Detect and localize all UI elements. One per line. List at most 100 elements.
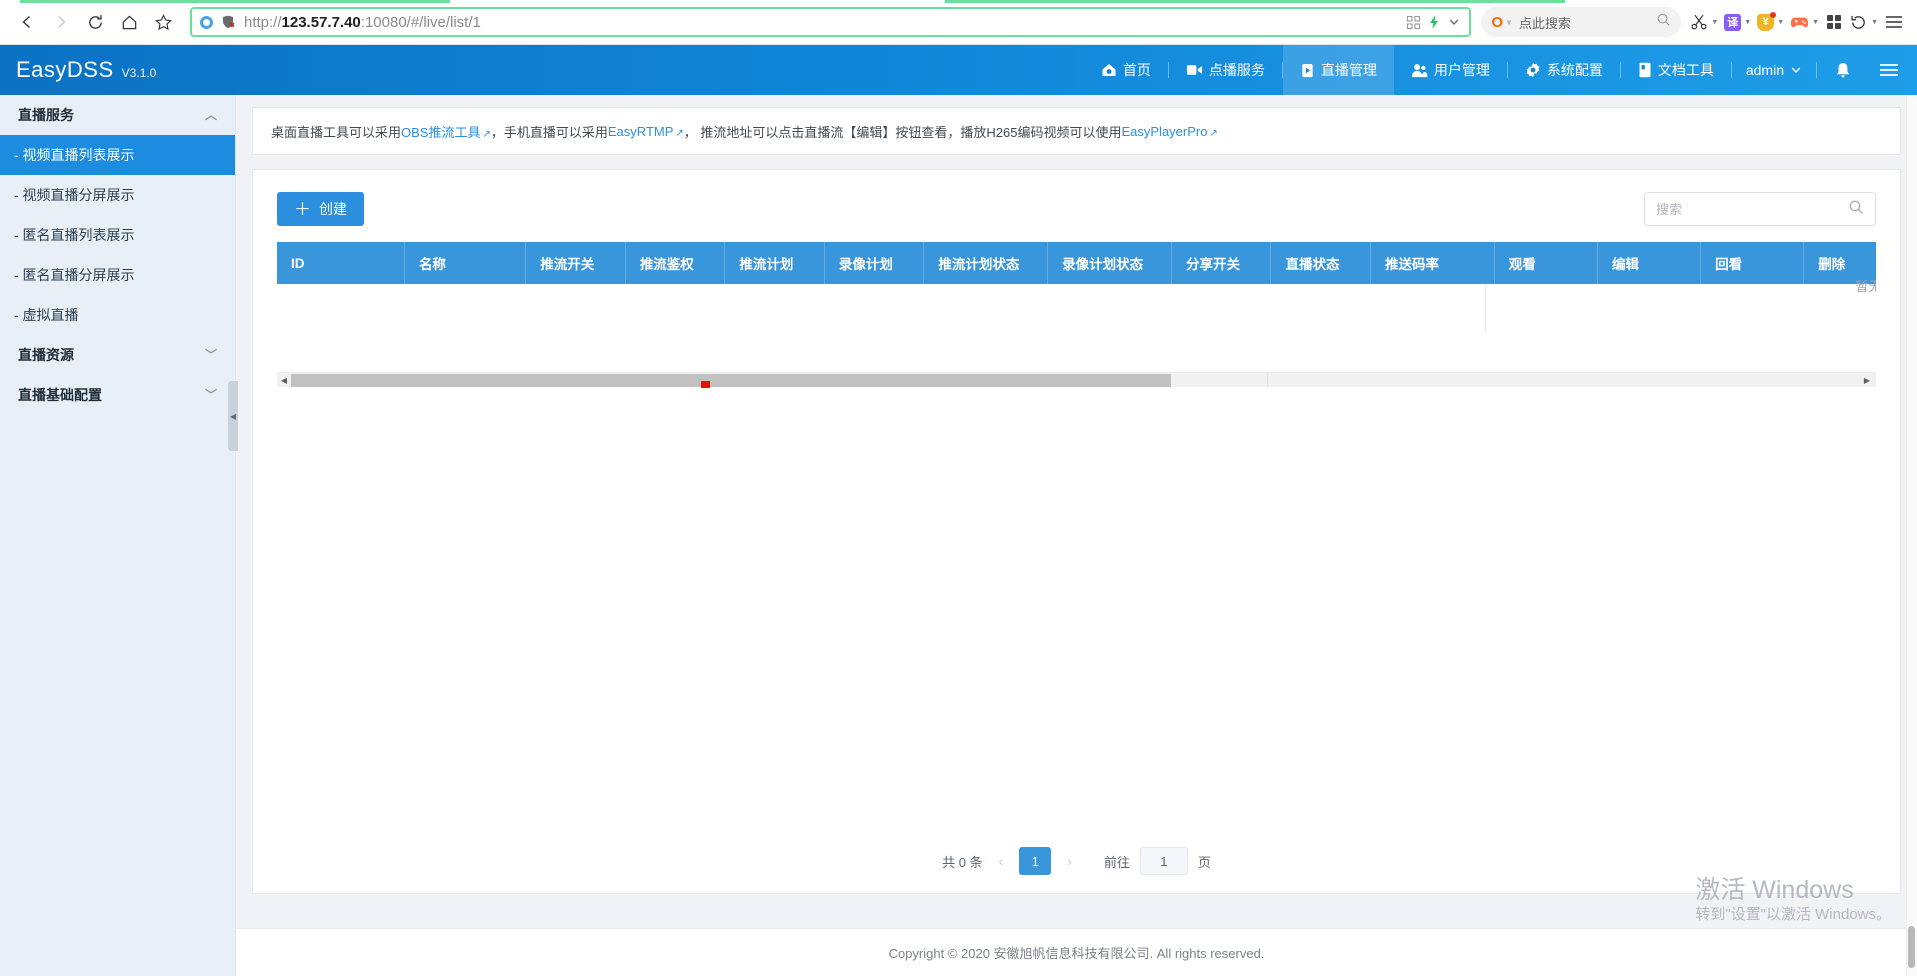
url-path: :10080/#/live/list/1 [360, 13, 481, 31]
column-header-record-plan-status[interactable]: 录像计划状态 [1047, 242, 1172, 284]
sidebar-item-label: - 视频直播分屏展示 [14, 187, 135, 203]
sidebar-group-live-service[interactable]: 直播服务 ︿ [0, 95, 235, 135]
user-name: admin [1745, 62, 1784, 78]
sidebar-item-virtual-live[interactable]: - 虚拟直播 [0, 295, 235, 335]
browser-search-box[interactable]: O ▼ 点此搜索 [1481, 7, 1682, 37]
sidebar-item-label: - 虚拟直播 [14, 307, 79, 323]
column-header-push-auth[interactable]: 推流鉴权 [625, 242, 726, 284]
forward-button[interactable] [44, 5, 78, 39]
scroll-left-arrow-icon[interactable]: ◀ [277, 373, 291, 388]
chevron-down-icon [1791, 67, 1801, 73]
user-menu[interactable]: admin [1732, 62, 1816, 78]
search-input[interactable] [1656, 201, 1848, 217]
pagination-total: 共 0 条 [942, 854, 983, 870]
column-header-id[interactable]: ID [277, 242, 405, 284]
create-button[interactable]: ＋ 创建 [277, 192, 364, 226]
bell-icon [1837, 62, 1849, 78]
home-icon [1102, 64, 1116, 76]
browser-menu-icon[interactable] [1881, 5, 1907, 39]
watermark-subtitle: 转到"设置"以激活 Windows。 [1695, 905, 1891, 923]
sidebar-group-live-base-config[interactable]: 直播基础配置 ﹀ [0, 375, 235, 415]
topnav-label-vod: 点播服务 [1208, 62, 1265, 78]
topnav-label-live: 直播管理 [1320, 62, 1377, 78]
scroll-right-arrow-icon[interactable]: ▶ [1860, 373, 1874, 388]
search-magnifier-icon[interactable] [1656, 12, 1671, 32]
topnav-item-docs[interactable]: 文档工具 [1621, 45, 1731, 95]
sidebar-item-anonymous-live-split[interactable]: - 匿名直播分屏展示 [0, 255, 235, 295]
search-placeholder: 点此搜索 [1518, 15, 1571, 31]
sidebar-collapse-handle[interactable]: ◀ [228, 381, 238, 451]
table-empty-cell [277, 284, 1876, 372]
table-scroll-area: ID 名称 推流开关 推流鉴权 推流计划 录像计划 推流计划状态 录像计划状态 … [253, 242, 1900, 372]
page-vertical-scrollbar[interactable] [1906, 95, 1917, 976]
home-button[interactable] [112, 5, 146, 39]
column-header-live-status[interactable]: 直播状态 [1270, 242, 1371, 284]
brand-logo: EasyDSS V3.1.0 [0, 57, 156, 83]
lightning-icon[interactable] [1427, 14, 1441, 30]
pagination-jump-input[interactable] [1139, 847, 1188, 875]
topnav-label-users: 用户管理 [1433, 62, 1490, 78]
column-header-push-bitrate[interactable]: 推送码率 [1370, 242, 1495, 284]
link-easyplayerpro[interactable]: EasyPlayerPro ↗ [1121, 124, 1217, 139]
app-menu-button[interactable] [1869, 62, 1917, 78]
column-header-push-plan-status[interactable]: 推流计划状态 [923, 242, 1049, 284]
topnav-label-home: 首页 [1122, 62, 1151, 78]
shield-blocked-icon[interactable] [220, 14, 236, 30]
sidebar-item-label: - 匿名直播列表展示 [14, 227, 135, 243]
address-bar[interactable]: http://123.57.7.40:10080/#/live/list/1 [190, 7, 1472, 37]
back-button[interactable] [10, 5, 44, 39]
pagination-next-button[interactable]: › [1061, 853, 1078, 869]
reload-button[interactable] [78, 5, 112, 39]
pagination-page-1[interactable]: 1 [1019, 847, 1052, 875]
topnav-label-system: 系统配置 [1546, 62, 1603, 78]
qr-code-icon[interactable] [1406, 15, 1421, 30]
apps-grid-icon[interactable] [1822, 5, 1846, 39]
table-toolbar: ＋ 创建 [253, 170, 1900, 242]
user-icon [1411, 63, 1428, 77]
sidebar-item-anonymous-live-list[interactable]: - 匿名直播列表展示 [0, 215, 235, 255]
browser-toolbar: http://123.57.7.40:10080/#/live/list/1 O… [0, 0, 1917, 45]
column-header-push-switch[interactable]: 推流开关 [525, 242, 626, 284]
topnav-item-live[interactable]: 直播管理 [1282, 45, 1394, 95]
search-icon[interactable] [1848, 199, 1864, 220]
search-field[interactable] [1644, 192, 1876, 226]
sidebar-item-label: - 视频直播列表展示 [14, 147, 135, 163]
external-link-icon: ↗ [675, 127, 684, 139]
column-header-name[interactable]: 名称 [404, 242, 527, 284]
plus-icon: ＋ [294, 199, 311, 219]
scissors-icon[interactable]: ▼ [1687, 5, 1721, 39]
column-header-push-plan[interactable]: 推流计划 [724, 242, 825, 284]
scrollbar-thumb[interactable] [291, 374, 1171, 387]
link-obs-tool[interactable]: OBS推流工具 ↗ [401, 122, 491, 141]
chevron-up-icon: ︿ [204, 108, 217, 122]
topnav-item-home[interactable]: 首页 [1084, 45, 1168, 95]
brand-name: EasyDSS [16, 57, 114, 82]
topnav-item-vod[interactable]: 点播服务 [1169, 45, 1282, 95]
translate-icon[interactable]: 译 ▼ [1721, 5, 1754, 39]
create-button-label: 创建 [319, 201, 347, 217]
history-icon[interactable]: ▼ [1846, 5, 1881, 39]
app-header: EasyDSS V3.1.0 首页 点播服务 直播管理 用户管理 系统配置 文档… [0, 45, 1917, 95]
page-scrollbar-thumb[interactable] [1908, 926, 1915, 968]
sidebar-item-video-live-split[interactable]: - 视频直播分屏展示 [0, 175, 235, 215]
game-icon[interactable]: ▼ [1787, 5, 1822, 39]
pagination: 共 0 条 ‹ 1 › 前往 页 [253, 847, 1900, 875]
notification-bell-button[interactable] [1817, 62, 1869, 79]
column-header-share-switch[interactable]: 分享开关 [1171, 242, 1272, 284]
column-header-record-plan[interactable]: 录像计划 [824, 242, 925, 284]
topnav-item-users[interactable]: 用户管理 [1394, 45, 1507, 95]
sidebar-group-live-resource[interactable]: 直播资源 ﹀ [0, 335, 235, 375]
sidebar-group-label: 直播服务 [18, 107, 74, 123]
search-engine-caret-icon[interactable]: ▼ [1505, 18, 1513, 27]
coupon-icon[interactable]: ¥ ▼ [1754, 5, 1787, 39]
pagination-prev-button[interactable]: ‹ [993, 853, 1010, 869]
sidebar-item-video-live-list[interactable]: - 视频直播列表展示 [0, 135, 235, 175]
topnav-item-system[interactable]: 系统配置 [1508, 45, 1620, 95]
table-horizontal-scrollbar[interactable]: ◀ ▶ [277, 372, 1876, 388]
link-easyrtmp[interactable]: EasyRTMP ↗ [608, 124, 684, 139]
chevron-down-icon: ﹀ [204, 348, 217, 362]
bookmark-star-button[interactable] [146, 5, 180, 39]
notice-text-3: ， 推流地址可以点击直播流【编辑】按钮查看，播放H265编码视频可以使用 [683, 124, 1122, 140]
chevron-down-icon[interactable] [1447, 15, 1461, 29]
notice-banner: 桌面直播工具可以采用 OBS推流工具 ↗ ，手机直播可以采用 EasyRTMP ↗ … [252, 107, 1901, 155]
